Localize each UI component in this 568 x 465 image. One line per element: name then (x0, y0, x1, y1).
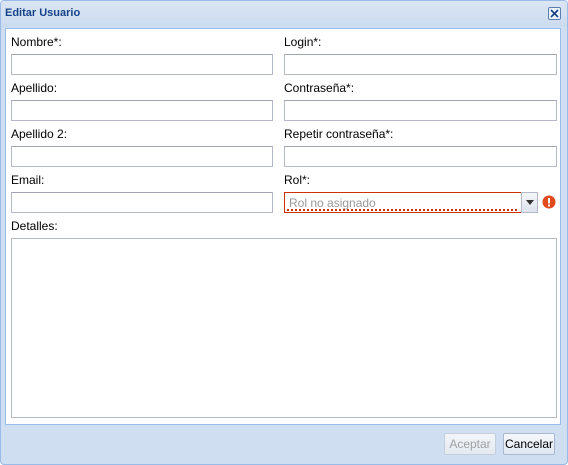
dialog-footer: Aceptar Cancelar (1, 426, 567, 464)
dialog-titlebar[interactable]: Editar Usuario (1, 1, 567, 27)
email-label: Email: (11, 173, 45, 187)
email-input[interactable] (11, 192, 273, 213)
close-icon (550, 9, 559, 18)
detalles-textarea[interactable] (11, 238, 557, 418)
form-panel: Nombre*: Login*: Apellido: Contraseña*: … (5, 28, 561, 425)
apellido2-input[interactable] (11, 146, 273, 167)
repetir-label: Repetir contraseña*: (284, 127, 394, 141)
accept-button[interactable]: Aceptar (444, 433, 496, 455)
cancel-button[interactable]: Cancelar (503, 433, 555, 455)
invalid-underline (287, 209, 519, 211)
dialog-title: Editar Usuario (5, 7, 81, 19)
nombre-label: Nombre*: (11, 35, 62, 49)
rol-combo[interactable]: Rol no asignado (284, 192, 522, 213)
contrasena-label: Contraseña*: (284, 81, 355, 95)
detalles-label: Detalles: (11, 219, 58, 233)
apellido-input[interactable] (11, 100, 273, 121)
apellido2-label: Apellido 2: (11, 127, 68, 141)
nombre-input[interactable] (11, 54, 273, 75)
rol-placeholder: Rol no asignado (289, 196, 376, 210)
apellido-label: Apellido: (11, 81, 58, 95)
rol-label: Rol*: (284, 173, 311, 187)
edit-user-dialog: Editar Usuario Nombre*: Login*: Apellido… (0, 0, 568, 465)
close-button[interactable] (548, 7, 561, 20)
chevron-down-icon (526, 200, 534, 205)
rol-dropdown-trigger[interactable] (521, 192, 538, 213)
login-label: Login*: (284, 35, 322, 49)
repeat-password-input[interactable] (284, 146, 557, 167)
password-input[interactable] (284, 100, 557, 121)
error-icon (542, 195, 556, 209)
login-input[interactable] (284, 54, 557, 75)
